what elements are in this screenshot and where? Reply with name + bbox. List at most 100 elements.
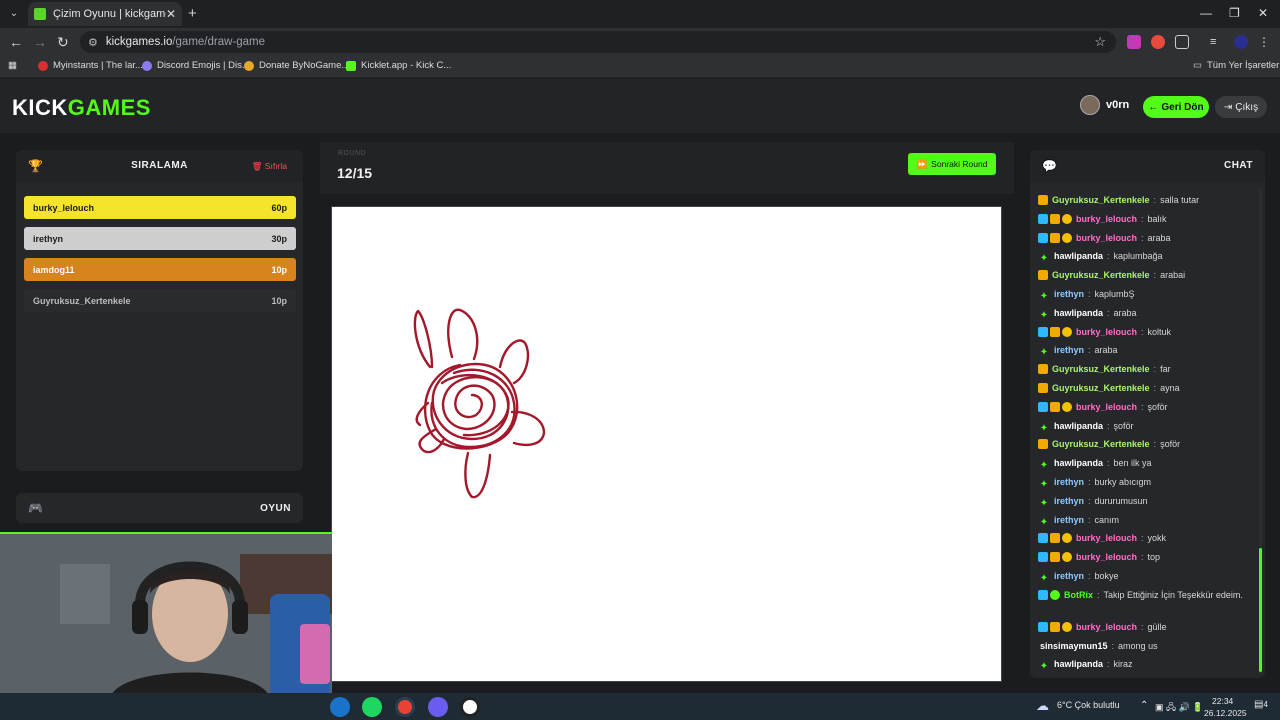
profile-avatar-icon[interactable] <box>1234 35 1248 49</box>
bookmark-label: Kicklet.app - Kick C... <box>361 60 452 71</box>
bookmark-discord-emojis[interactable]: Discord Emojis | Dis... <box>142 60 250 71</box>
chat-username[interactable]: burky_lelouch <box>1076 327 1137 337</box>
coin-badge-icon <box>1062 232 1072 243</box>
tab-search-icon[interactable]: ⌄ <box>6 6 22 22</box>
edge-icon[interactable] <box>330 697 350 717</box>
discord-icon[interactable] <box>428 697 448 717</box>
minimize-icon[interactable]: — <box>1200 6 1212 20</box>
forward-arrow-icon[interactable]: → <box>33 34 47 50</box>
spark-badge-icon: ✦ <box>1039 516 1049 528</box>
extension-icon[interactable] <box>1151 35 1165 49</box>
chat-separator: : <box>1107 659 1110 670</box>
gamepad-icon: 🎮 <box>28 501 43 515</box>
chat-username[interactable]: burky_lelouch <box>1076 552 1137 562</box>
chat-username[interactable]: hawlipanda <box>1054 458 1103 468</box>
chat-username[interactable]: irethyn <box>1054 571 1084 581</box>
coin-badge-icon <box>1062 552 1072 563</box>
chat-text: şoför <box>1160 439 1181 450</box>
avatar <box>1080 95 1100 115</box>
round-label: ROUND <box>338 150 367 157</box>
clock-date[interactable]: 26.12.2025 <box>1204 708 1247 718</box>
clock-time[interactable]: 22:34 <box>1212 696 1233 706</box>
extension-icon[interactable] <box>1127 35 1141 49</box>
username: v0rn <box>1106 99 1130 111</box>
chat-username[interactable]: Guyruksuz_Kertenkele <box>1052 195 1150 205</box>
address-bar[interactable]: ⚙ kickgames.io/game/draw-game ☆ <box>80 31 1116 53</box>
chrome-icon[interactable] <box>395 697 415 717</box>
bookmark-myinstants[interactable]: Myinstants | The lar... <box>38 60 143 71</box>
reload-icon[interactable]: ↻ <box>57 34 69 51</box>
chat-username[interactable]: hawlipanda <box>1054 421 1103 431</box>
site-header: KICKGAMES v0rn ← Geri Dön ⇥ Çıkış <box>0 79 1280 133</box>
reset-button[interactable]: 🗑 Sıfırla <box>252 161 287 172</box>
apps-grid-icon[interactable]: ▦ <box>8 60 17 71</box>
drawing-canvas[interactable] <box>331 206 1002 682</box>
bynogame-icon <box>244 60 254 71</box>
new-tab-icon[interactable]: + <box>188 5 197 22</box>
chat-text: bokye <box>1094 571 1119 581</box>
gold-badge-icon <box>1050 621 1060 632</box>
chat-username[interactable]: irethyn <box>1054 496 1084 506</box>
chat-text: top <box>1147 552 1161 563</box>
bookmark-kicklet[interactable]: Kicklet.app - Kick C... <box>346 60 451 71</box>
user-chip[interactable]: v0rn <box>1080 95 1129 115</box>
chat-username[interactable]: hawlipanda <box>1054 308 1103 318</box>
next-round-button[interactable]: ⏩ Sonraki Round <box>908 153 996 175</box>
chat-username[interactable]: sinsimaymun15 <box>1040 641 1108 651</box>
chat-scrollbar-thumb[interactable] <box>1259 548 1262 672</box>
chat-username[interactable]: burky_lelouch <box>1076 233 1137 243</box>
chat-username[interactable]: Guyruksuz_Kertenkele <box>1052 270 1150 280</box>
chat-username[interactable]: burky_lelouch <box>1076 402 1137 412</box>
chat-separator: : <box>1141 401 1144 412</box>
chat-separator: : <box>1153 364 1157 375</box>
chat-separator: : <box>1107 251 1110 262</box>
chat-username[interactable]: Guyruksuz_Kertenkele <box>1052 439 1150 449</box>
spark-badge-icon: ✦ <box>1039 479 1049 490</box>
chat-username[interactable]: BotRix <box>1064 590 1093 600</box>
close-tab-icon[interactable]: ✕ <box>166 7 176 21</box>
kickgames-logo[interactable]: KICKGAMES <box>12 95 151 121</box>
gold-badge-icon <box>1038 439 1048 450</box>
notifications-icon[interactable]: ▤4 <box>1254 699 1268 710</box>
bookmark-donate-bynogame[interactable]: Donate ByNoGame... <box>244 60 349 71</box>
obs-icon[interactable] <box>460 697 480 717</box>
chat-username[interactable]: burky_lelouch <box>1076 214 1137 224</box>
restore-icon[interactable]: ❐ <box>1229 6 1240 20</box>
player-points: 60p <box>271 202 287 213</box>
all-bookmarks[interactable]: ▭ Tüm Yer İşaretleri <box>1193 60 1280 71</box>
chat-separator: : <box>1153 195 1157 205</box>
media-icon[interactable]: ≡ <box>1210 35 1224 49</box>
chat-username[interactable]: irethyn <box>1054 345 1084 355</box>
ranking-row: iamdog11 10p <box>24 258 296 281</box>
weather-icon[interactable]: ☁ <box>1036 698 1049 714</box>
weather-text[interactable]: 6°C Çok bulutlu <box>1057 700 1120 710</box>
chat-username[interactable]: hawlipanda <box>1054 659 1103 669</box>
site-info-icon[interactable]: ⚙ <box>88 36 98 49</box>
chat-separator: : <box>1141 621 1144 632</box>
chat-text: şoför <box>1147 401 1168 412</box>
chat-username[interactable]: hawlipanda <box>1054 251 1103 261</box>
chat-username[interactable]: burky_lelouch <box>1076 533 1137 543</box>
browser-tab[interactable]: Çizim Oyunu | kickgames.io ✕ <box>28 2 182 26</box>
logout-button[interactable]: ⇥ Çıkış <box>1215 96 1267 118</box>
chat-message: burky_lelouch: top <box>1038 551 1253 564</box>
back-button[interactable]: ← Geri Dön <box>1143 96 1209 118</box>
chat-username[interactable]: burky_lelouch <box>1076 622 1137 632</box>
bookmark-star-icon[interactable]: ☆ <box>1094 34 1106 50</box>
chat-separator: : <box>1088 495 1091 506</box>
reset-label: Sıfırla <box>264 161 287 171</box>
tray-icons[interactable]: ▣ 🖧 🔊 🔋 <box>1155 700 1203 716</box>
spotify-icon[interactable] <box>362 697 382 717</box>
extensions-puzzle-icon[interactable] <box>1175 35 1189 49</box>
close-window-icon[interactable]: ✕ <box>1258 6 1268 20</box>
chat-username[interactable]: irethyn <box>1054 515 1084 525</box>
chat-username[interactable]: Guyruksuz_Kertenkele <box>1052 383 1150 393</box>
more-menu-icon[interactable]: ⋮ <box>1258 35 1272 49</box>
chat-username[interactable]: irethyn <box>1054 477 1084 487</box>
tray-arrow-icon[interactable]: ⌃ <box>1140 700 1148 711</box>
chat-username[interactable]: irethyn <box>1054 289 1084 299</box>
back-arrow-icon[interactable]: ← <box>9 34 23 50</box>
chat-message: BotRix: Takip Ettiğiniz İçin Teşekkür ede… <box>1038 589 1253 602</box>
chat-username[interactable]: Guyruksuz_Kertenkele <box>1052 364 1150 374</box>
chat-separator: : <box>1107 307 1110 318</box>
